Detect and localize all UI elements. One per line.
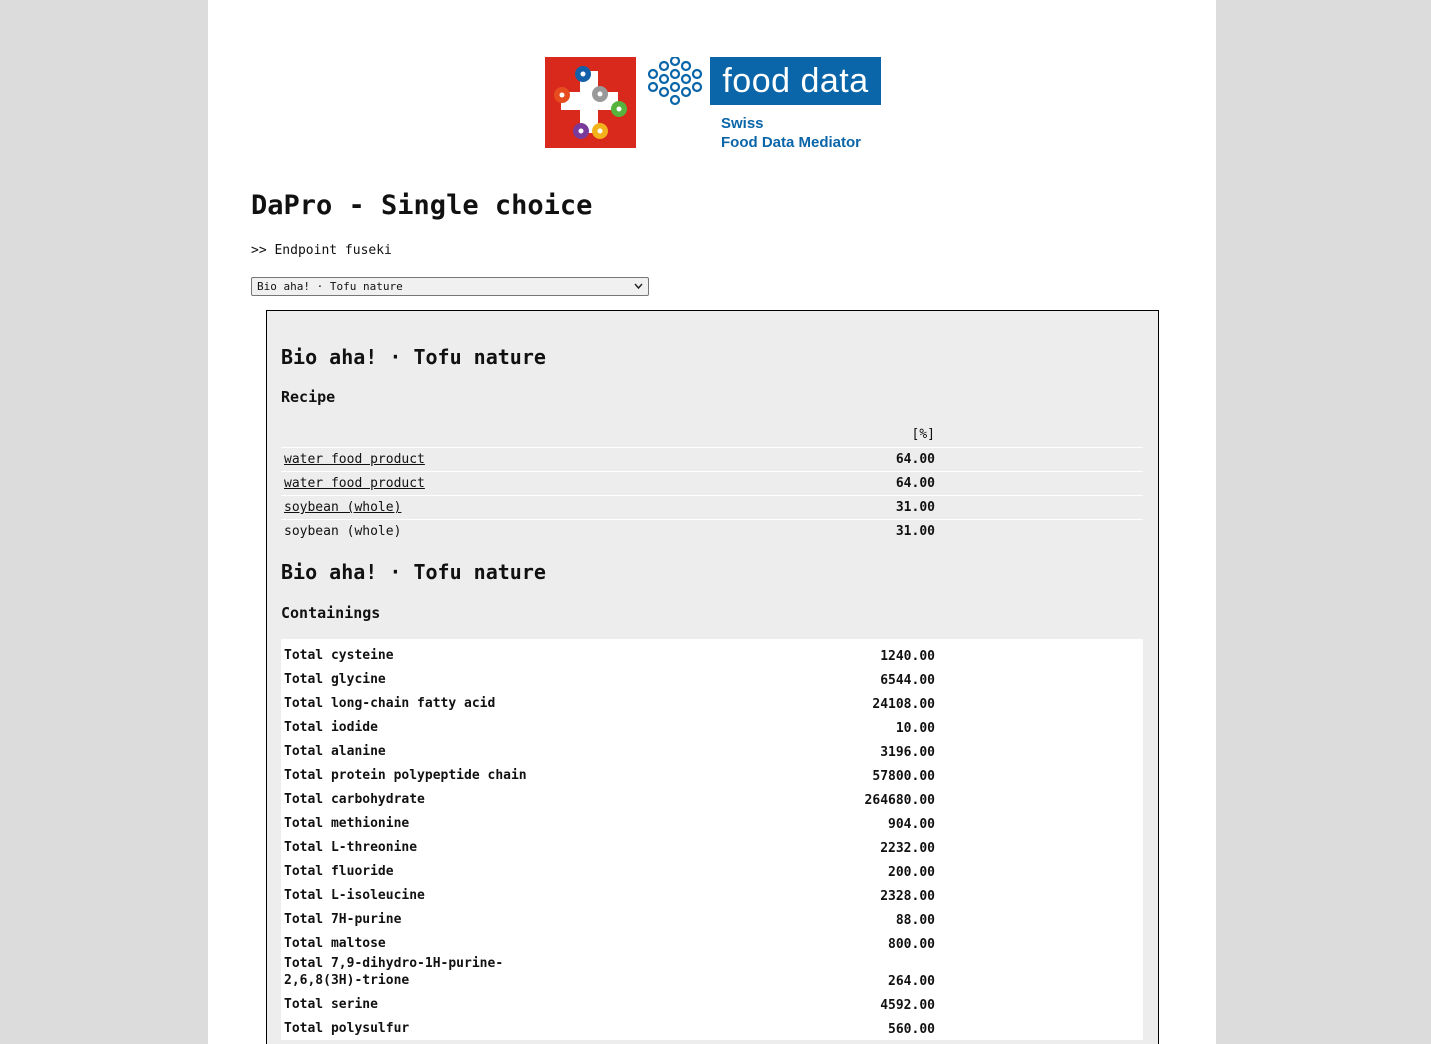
nutrient-name: Total L-threonine bbox=[284, 840, 418, 855]
table-row: Total glycine 6544.00 bbox=[281, 667, 1143, 691]
table-row: Total carbohydrate 264680.00 bbox=[281, 787, 1143, 811]
food-data-logo: food data Swiss Food Data Mediator bbox=[545, 55, 885, 152]
recipe-product-title: Bio aha! · Tofu nature bbox=[281, 345, 546, 369]
nutrient-value: 3196.00 bbox=[880, 745, 935, 760]
nutrient-name: Total fluoride bbox=[284, 864, 394, 879]
nutrient-name: Total 7,9-dihydro-1H-purine-2,6,8(3H)-tr… bbox=[284, 956, 504, 988]
nutrient-value: 4592.00 bbox=[880, 998, 935, 1013]
ingredient-link[interactable]: water food product bbox=[284, 476, 425, 491]
nutrient-value: 10.00 bbox=[895, 721, 935, 736]
chevron-down-icon bbox=[634, 278, 643, 301]
table-row: Total cysteine 1240.00 bbox=[281, 643, 1143, 667]
nutrient-name: Total carbohydrate bbox=[284, 792, 425, 807]
table-row: Total methionine 904.00 bbox=[281, 811, 1143, 835]
ingredient-link[interactable]: water food product bbox=[284, 452, 425, 467]
nutrient-value: 800.00 bbox=[888, 937, 935, 952]
table-row: water food product 64.00 bbox=[281, 472, 1143, 496]
ingredient-name: soybean (whole) bbox=[284, 524, 402, 539]
recipe-unit-header: [%] bbox=[911, 427, 935, 442]
nutrient-name: Total L-isoleucine bbox=[284, 888, 425, 903]
nutrient-value: 88.00 bbox=[895, 913, 935, 928]
ingredient-percent: 64.00 bbox=[895, 452, 935, 467]
recipe-heading: Recipe bbox=[281, 388, 336, 406]
recipe-table-header: [%] bbox=[281, 423, 1143, 448]
dna-dots-icon bbox=[645, 55, 703, 107]
product-select[interactable]: Bio aha! · Tofu nature bbox=[251, 277, 649, 296]
nutrient-name: Total methionine bbox=[284, 816, 410, 831]
table-row: Total iodide 10.00 bbox=[281, 715, 1143, 739]
table-row: Total long-chain fatty acid 24108.00 bbox=[281, 691, 1143, 715]
nutrient-value: 1240.00 bbox=[880, 649, 935, 664]
nutrient-name: Total protein polypeptide chain bbox=[284, 768, 527, 783]
nutrient-value: 2328.00 bbox=[880, 889, 935, 904]
table-row: Total 7H-purine 88.00 bbox=[281, 907, 1143, 931]
nutrient-name: Total 7H-purine bbox=[284, 912, 402, 927]
ingredient-percent: 31.00 bbox=[895, 500, 935, 515]
logo-subtitle-line1: Swiss bbox=[721, 115, 764, 132]
table-row: Total protein polypeptide chain 57800.00 bbox=[281, 763, 1143, 787]
page-content: food data Swiss Food Data Mediator DaPro… bbox=[208, 0, 1216, 1044]
table-row: water food product 64.00 bbox=[281, 448, 1143, 472]
nutrient-value: 6544.00 bbox=[880, 673, 935, 688]
table-row: Total 7,9-dihydro-1H-purine-2,6,8(3H)-tr… bbox=[281, 955, 1143, 992]
nutrient-value: 200.00 bbox=[888, 865, 935, 880]
nutrient-name: Total glycine bbox=[284, 672, 386, 687]
product-details-panel: Bio aha! · Tofu nature Recipe [%] water … bbox=[266, 310, 1159, 1044]
ingredient-link[interactable]: soybean (whole) bbox=[284, 500, 401, 515]
page-title: DaPro - Single choice bbox=[251, 190, 593, 221]
nutrient-name: Total serine bbox=[284, 997, 378, 1012]
endpoint-label: >> Endpoint fuseki bbox=[251, 243, 392, 258]
nutrient-name: Total maltose bbox=[284, 936, 386, 951]
nutrient-value: 904.00 bbox=[888, 817, 935, 832]
nutrient-name: Total alanine bbox=[284, 744, 386, 759]
nutrient-name: Total long-chain fatty acid bbox=[284, 696, 496, 711]
logo-subtitle-line2: Food Data Mediator bbox=[721, 134, 862, 151]
table-row: Total L-threonine 2232.00 bbox=[281, 835, 1143, 859]
logo-subtitle: Swiss Food Data Mediator bbox=[721, 114, 861, 152]
table-row: Total alanine 3196.00 bbox=[281, 739, 1143, 763]
nutrient-value: 2232.00 bbox=[880, 841, 935, 856]
table-row: Total serine 4592.00 bbox=[281, 992, 1143, 1016]
table-row: Total fluoride 200.00 bbox=[281, 859, 1143, 883]
swiss-cross-logo-icon bbox=[545, 57, 636, 148]
containings-heading: Containings bbox=[281, 604, 381, 622]
table-row: Total polysulfur 560.00 bbox=[281, 1016, 1143, 1040]
nutrient-value: 264.00 bbox=[888, 974, 935, 989]
table-row: soybean (whole) 31.00 bbox=[281, 496, 1143, 520]
table-row: Total maltose 800.00 bbox=[281, 931, 1143, 955]
nutrient-value: 264680.00 bbox=[864, 793, 935, 808]
ingredient-percent: 64.00 bbox=[895, 476, 935, 491]
logo-banner: food data bbox=[710, 57, 881, 105]
containings-table: Total cysteine 1240.00 Total glycine 654… bbox=[281, 639, 1143, 1040]
nutrient-value: 57800.00 bbox=[872, 769, 935, 784]
ingredient-percent: 31.00 bbox=[895, 524, 935, 539]
nutrient-name: Total iodide bbox=[284, 720, 378, 735]
nutrient-value: 560.00 bbox=[888, 1022, 935, 1037]
containings-product-title: Bio aha! · Tofu nature bbox=[281, 560, 546, 584]
table-row: Total L-isoleucine 2328.00 bbox=[281, 883, 1143, 907]
product-select-value: Bio aha! · Tofu nature bbox=[257, 280, 403, 293]
nutrient-value: 24108.00 bbox=[872, 697, 935, 712]
recipe-table: [%] water food product 64.00 water food … bbox=[281, 423, 1143, 543]
nutrient-name: Total cysteine bbox=[284, 648, 394, 663]
nutrient-name: Total polysulfur bbox=[284, 1021, 410, 1036]
table-row: soybean (whole) 31.00 bbox=[281, 520, 1143, 543]
